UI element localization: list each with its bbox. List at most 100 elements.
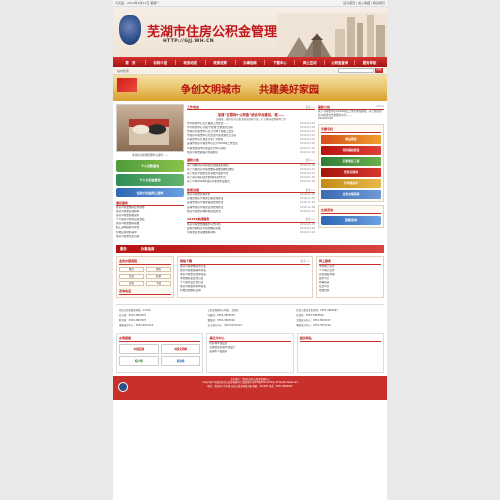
process-button[interactable]: 提取 [146, 266, 171, 272]
process-button[interactable]: 下载 [146, 280, 171, 286]
news-list: 市公积金中心召开廉政工作会议…… 2019-03-20 市公积金中心开展‘学雷锋’… [187, 122, 315, 155]
emblem-logo [119, 15, 141, 45]
friend-links-header: 友情链接 [119, 336, 201, 342]
nav-download[interactable]: 下载中心 [265, 60, 294, 65]
contact-line: 无为县分中心：0553-6332115 [207, 323, 242, 327]
main-nav: 首 页 机构介绍 政务动态 政策法规 办事指南 下载中心 网上互动 公积金查询 … [113, 57, 387, 67]
search-label: 站内检索 [117, 68, 130, 73]
contact-line: 公积金管理中心地址：芜湖市 [207, 308, 239, 312]
nav-news[interactable]: 政务动态 [176, 60, 205, 65]
county-links-box: 县区分中心 住房城乡建设部 安徽省住房城乡建设厅 芜湖市人民政府 [206, 332, 294, 373]
main-three-column: 市住房公积金管理中心领导…… 个人贷款查询 个人公积金查询 住房公积金网上服务 … [113, 101, 387, 242]
topic-banner[interactable]: 党员先锋岗 [321, 167, 381, 177]
links-section: 友情链接 中国芜湖 中国文明网 皖户网 黄金网 县区分中心 住房城乡建设部 安徽… [116, 332, 384, 373]
topic-banner[interactable]: 精品楼盘 [321, 134, 381, 144]
process-button[interactable]: 缴存 [119, 266, 144, 272]
process-button[interactable]: 查询 [119, 280, 144, 286]
process-buttons: 缴存 提取 贷款 转移 查询 下载 [119, 266, 171, 286]
link-logo[interactable]: 中国芜湖 [119, 343, 159, 354]
lower-section: 业务办理流程 缴存 提取 贷款 转移 查询 下载 咨询电话 表格下载 更多>> 住… [113, 253, 387, 301]
table-row[interactable]: 住房公积金异地转移接续办法 2018-09-12 [187, 210, 315, 214]
date-text: 今天是：2019年3月21日 星期一 [115, 1, 160, 5]
service-band: 服务 办事指南 [116, 244, 384, 253]
footer-copyright: 主办单位：芜湖市住房公积金管理中心 Copyright 芜湖市住房公积金管理中心… [113, 375, 387, 400]
contact-line: 归集科：0553-3863529 [207, 313, 235, 317]
online-box: 网上服务 单位网上业务 个人网上业务 贷款进度查询 政务公开 办事指南 信息公开… [316, 255, 384, 298]
contact-line: 住房公积金业务咨询：0553-3863697 [296, 308, 338, 312]
topic-banner[interactable]: 实事便民工程 [321, 156, 381, 166]
site-url: HTTP://GJJ.WH.CN [163, 39, 215, 44]
policy-list: 住房公积金管理条例 2019-01-05 安徽省住房公积金归集管理办法 2018-1… [187, 193, 315, 213]
emblem-icon [118, 381, 128, 392]
right-column: 最新公告 notice 关于公积金中心2019年度工作安排的通知；关于规范住房公积… [318, 104, 384, 239]
topic-banner[interactable]: 党风廉政建设 [321, 145, 381, 155]
nav-about[interactable]: 机构介绍 [146, 60, 175, 65]
nav-services[interactable]: 服务导航 [355, 60, 384, 65]
online-list: 单位网上业务 个人网上业务 贷款进度查询 政务公开 办事指南 信息公开 在线咨询 [319, 265, 381, 294]
table-row[interactable]: 公积金贷款需要哪些材料 2019-02-18 [187, 231, 315, 235]
top-links[interactable]: 设为首页 | 加入收藏 | 联系我们 [343, 1, 385, 5]
nav-query[interactable]: 公积金查询 [325, 60, 354, 65]
online-service-button[interactable]: 住房公积金网上服务 [116, 188, 184, 197]
contact-line: 繁昌县分中心：0553-7872116 [296, 323, 331, 327]
contact-line: 住房公积金服务热线：12329 [119, 308, 151, 312]
slogan-left: 争创文明城市 [181, 84, 241, 96]
list-item[interactable]: 异地贷款缴存证明 [180, 289, 310, 293]
top-strip: 今天是：2019年3月21日 星期一 设为首页 | 加入收藏 | 联系我们 [113, 0, 387, 7]
nav-interact[interactable]: 网上互动 [295, 60, 324, 65]
related-links-header: 相关网站 [299, 336, 381, 342]
list-item[interactable]: 住房公积金常见问题 [116, 235, 184, 239]
link-logo[interactable]: 皖户网 [119, 355, 159, 366]
topic-banner[interactable]: 业务办理指南 [321, 189, 381, 199]
notice-tab[interactable]: notice [376, 105, 384, 108]
hotline-list: 住房公积金热线服务平台问答 2019-03-15 如何查询住房公积金缴存余额 201… [187, 223, 315, 235]
left-column: 市住房公积金管理中心领导…… 个人贷款查询 个人公积金查询 住房公积金网上服务 … [116, 104, 184, 239]
forms-list: 住房公积金缴存登记表 住房公积金提取申请表 住房公积金贷款申请表 单位缴存变更登… [180, 265, 310, 294]
topic-header: 专题专栏 [321, 127, 381, 133]
link-logos: 中国芜湖 中国文明网 皖户网 黄金网 [119, 343, 201, 366]
table-row[interactable]: 住房公积金政策宣传进社区 2019-02-26 [187, 151, 315, 155]
nav-home[interactable]: 首 页 [116, 60, 145, 65]
band-label-a: 服务 [120, 247, 127, 252]
process-button[interactable]: 转移 [146, 273, 171, 279]
table-row[interactable]: 关于公布2018年住房公积金年度报告 2019-01-20 [187, 180, 315, 184]
process-box: 业务办理流程 缴存 提取 贷款 转移 查询 下载 咨询电话 [116, 255, 174, 298]
photo-caption[interactable]: 市住房公积金管理中心领导…… [116, 152, 184, 158]
news-header: 工作动态 更多>> [187, 104, 315, 110]
contact-line: 南陵县分中心：0553-6813112 [119, 323, 154, 327]
list-item[interactable]: 芜湖市人民政府 [209, 350, 290, 354]
county-list: 住房城乡建设部 安徽省住房城乡建设厅 芜湖市人民政府 [209, 342, 290, 354]
service-list: 住房公积金缴存比例调整 住房公积金贷款利率 住房公积金提取说明 个人住房公积金贷… [116, 206, 184, 239]
contact-line: 芜湖县分中心：0553-5803107 [296, 318, 331, 322]
consult-button[interactable]: 我要咨询 [321, 215, 381, 225]
slogan-banner: 争创文明城市 共建美好家园 [113, 75, 387, 101]
page: 今天是：2019年3月21日 星期一 设为首页 | 加入收藏 | 联系我们 芜湖… [113, 0, 387, 500]
headline-subtitle: 加强事，做好住房公积金服务提升行动，扩大缴存使用群体工作 [215, 118, 286, 121]
search-button[interactable]: 搜索 [375, 68, 383, 73]
link-logo[interactable]: 黄金网 [160, 355, 201, 366]
nav-guide[interactable]: 办事指南 [236, 60, 265, 65]
search-bar: 站内检索 搜索 [113, 67, 387, 75]
related-links-box: 相关网站 [296, 332, 384, 373]
header-banner: 芜湖市住房公积金管理中心 HTTP://GJJ.WH.CN [113, 7, 387, 57]
contact-line: 信贷科：0553-3863580 [296, 313, 324, 317]
news-more-link[interactable]: 更多>> [305, 105, 315, 109]
band-label-b: 办事指南 [140, 247, 155, 252]
contact-line: 办公室：0553-3863521 [119, 313, 147, 317]
fund-query-button[interactable]: 个人公积金查询 [116, 174, 184, 186]
middle-column: 工作动态 更多>> 加强“互联网+公积金”综合平台建设，使…… 加强事，做好住房公… [187, 104, 315, 239]
link-logo[interactable]: 中国文明网 [160, 343, 201, 354]
footer-line: 地址：芜湖市九华中路 住房公积金管理大厦 邮编：241000 电话：0553-3… [207, 384, 293, 388]
notice-date: 2019-03-20 [318, 117, 334, 121]
topic-banner[interactable]: 作风建设年 [321, 178, 381, 188]
loan-query-button[interactable]: 个人贷款查询 [116, 160, 184, 172]
city-skyline-image [277, 13, 387, 57]
notice-list: 关于调整住房公积金贷款政策的通知 2019-03-19 关于开展住房公积金缴存基数… [187, 164, 315, 184]
list-item[interactable]: 在线咨询 [319, 289, 381, 293]
process-button[interactable]: 贷款 [119, 273, 144, 279]
nav-policy[interactable]: 政策法规 [206, 60, 235, 65]
search-input[interactable] [338, 68, 374, 73]
flag-icon [117, 78, 137, 92]
news-photo[interactable] [116, 104, 184, 152]
topic-box: 专题专栏 精品楼盘 党风廉政建设 实事便民工程 党员先锋岗 作风建设年 业务办理… [318, 123, 384, 202]
